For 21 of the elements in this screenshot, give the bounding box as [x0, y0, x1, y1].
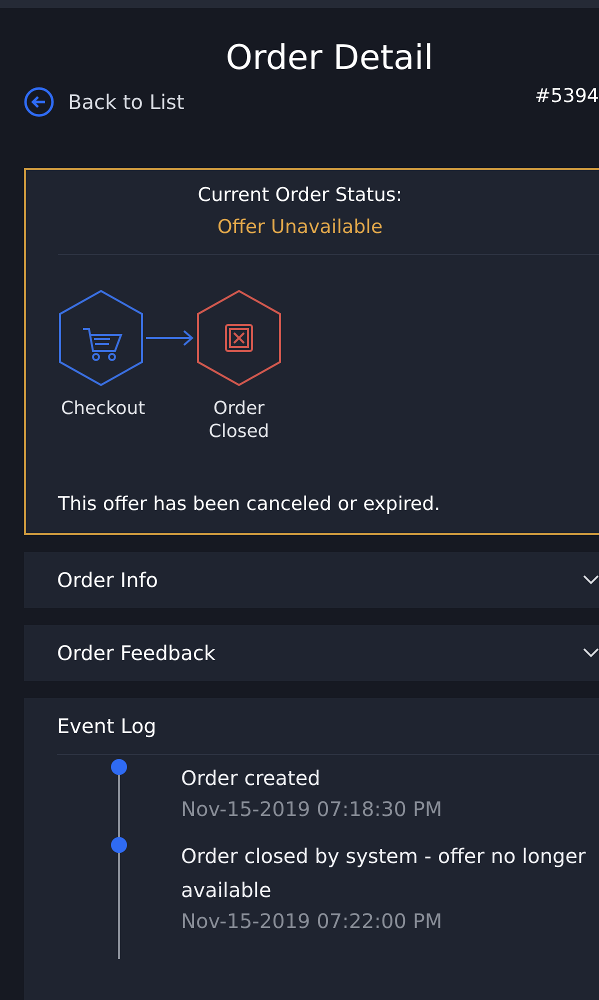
- chevron-down-icon[interactable]: [583, 575, 599, 585]
- order-number: #5394: [534, 85, 599, 107]
- cart-icon: [83, 328, 122, 361]
- event-text: Order closed by system - offer no longer available: [181, 843, 587, 904]
- back-link[interactable]: Back to List: [24, 87, 184, 117]
- section-title[interactable]: Event Log: [57, 714, 156, 738]
- status-message: This offer has been canceled or expired.: [58, 493, 442, 515]
- timeline-dot: [111, 759, 127, 775]
- status-text: Offer Unavailable: [216, 216, 384, 238]
- close-box-icon: [225, 324, 253, 352]
- chevron-down-icon[interactable]: [583, 648, 599, 658]
- event-text: Order created: [181, 765, 322, 792]
- timeline-dot: [111, 837, 127, 853]
- event-time: Nov-15-2019 07:22:00 PM: [181, 909, 444, 933]
- status-heading: Current Order Status:: [196, 184, 404, 206]
- section-title[interactable]: Order Info: [57, 568, 158, 592]
- event-time: Nov-15-2019 07:18:30 PM: [181, 797, 444, 821]
- arrow-icon: [144, 328, 196, 348]
- step-label: Order Closed: [208, 397, 270, 443]
- page-title: Order Detail: [224, 38, 434, 78]
- section-title[interactable]: Order Feedback: [57, 641, 216, 665]
